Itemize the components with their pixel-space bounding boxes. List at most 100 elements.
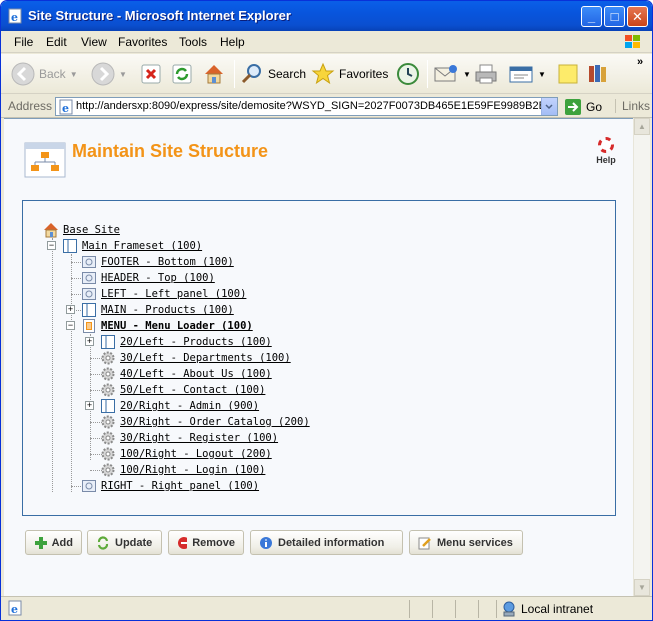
address-label: Address bbox=[8, 99, 53, 113]
gear-icon bbox=[101, 463, 115, 477]
research-button[interactable] bbox=[586, 60, 610, 88]
tree-node-header[interactable]: HEADER - Top (100) bbox=[81, 270, 215, 286]
page-title: Maintain Site Structure bbox=[72, 141, 269, 161]
update-label: Update bbox=[115, 536, 153, 549]
tree-node-label: MAIN - Products (100) bbox=[101, 304, 234, 316]
tree-node-left[interactable]: LEFT - Left panel (100) bbox=[81, 286, 246, 302]
favorites-button[interactable]: Favorites bbox=[311, 60, 388, 88]
search-button[interactable]: Search bbox=[240, 60, 306, 88]
menu-edit[interactable]: Edit bbox=[46, 35, 67, 49]
tree-node-footer[interactable]: FOOTER - Bottom (100) bbox=[81, 254, 234, 270]
address-dropdown-icon[interactable] bbox=[541, 98, 557, 115]
discuss-button[interactable] bbox=[556, 60, 580, 88]
tree-node-menu[interactable]: MENU - Menu Loader (100) bbox=[81, 318, 253, 334]
edit-page-icon bbox=[509, 66, 533, 83]
print-button[interactable] bbox=[473, 60, 499, 88]
menu-view[interactable]: View bbox=[81, 35, 107, 49]
menu-services-label: Menu services bbox=[437, 536, 513, 549]
menu-services-button[interactable]: Menu services bbox=[409, 530, 523, 555]
scroll-up-icon[interactable]: ▲ bbox=[634, 118, 650, 135]
menu-tools[interactable]: Tools bbox=[179, 35, 207, 49]
title-bar: e Site Structure - Microsoft Internet Ex… bbox=[1, 1, 652, 31]
remove-button[interactable]: Remove bbox=[168, 530, 244, 555]
back-button[interactable]: Back ▼ bbox=[11, 60, 78, 88]
expand-toggle[interactable]: + bbox=[85, 401, 94, 410]
status-pane bbox=[478, 600, 495, 618]
refresh-button[interactable] bbox=[171, 60, 193, 88]
collapse-toggle[interactable]: − bbox=[66, 321, 75, 330]
edit-button[interactable]: ▼ bbox=[508, 60, 546, 88]
expand-toggle[interactable]: + bbox=[85, 337, 94, 346]
sticky-note-icon bbox=[558, 64, 578, 84]
tree-node-right-register[interactable]: 30/Right - Register (100) bbox=[100, 430, 278, 446]
frameset-icon bbox=[82, 303, 96, 317]
info-icon bbox=[260, 536, 272, 549]
gear-icon bbox=[101, 447, 115, 461]
print-icon bbox=[475, 64, 497, 84]
tree-node-label: 30/Right - Register (100) bbox=[120, 432, 279, 444]
collapse-toggle[interactable]: − bbox=[47, 241, 56, 250]
page-icon bbox=[82, 288, 96, 300]
address-input[interactable]: e http://andersxp:8090/express/site/demo… bbox=[55, 97, 558, 116]
tree-connector bbox=[90, 334, 91, 460]
menu-help[interactable]: Help bbox=[220, 35, 245, 49]
tree-node-left-departments[interactable]: 30/Left - Departments (100) bbox=[100, 350, 291, 366]
tree-node-base-site[interactable]: Base Site bbox=[43, 222, 120, 238]
menu-file[interactable]: File bbox=[14, 35, 33, 49]
mail-dropdown-icon[interactable]: ▼ bbox=[463, 70, 471, 79]
tree-node-right[interactable]: RIGHT - Right panel (100) bbox=[81, 478, 259, 494]
home-icon bbox=[205, 65, 223, 84]
help-label: Help bbox=[596, 155, 616, 165]
expand-toggle[interactable]: + bbox=[66, 305, 75, 314]
minimize-button[interactable]: _ bbox=[581, 6, 602, 27]
svg-text:e: e bbox=[11, 11, 18, 24]
edit-note-icon bbox=[418, 537, 431, 549]
page-icon bbox=[82, 272, 96, 284]
toolbar-overflow-chevron[interactable]: » bbox=[637, 56, 643, 68]
forward-dropdown-icon[interactable]: ▼ bbox=[119, 70, 127, 79]
home-button[interactable] bbox=[202, 60, 226, 88]
detailed-information-button[interactable]: Detailed information bbox=[250, 530, 403, 555]
close-button[interactable]: ✕ bbox=[627, 6, 648, 27]
page-status-icon: e bbox=[8, 600, 22, 616]
history-button[interactable] bbox=[396, 60, 420, 88]
tree-node-label: 50/Left - Contact (100) bbox=[120, 384, 266, 396]
edit-dropdown-icon[interactable]: ▼ bbox=[538, 70, 546, 79]
update-button[interactable]: Update bbox=[87, 530, 162, 555]
frameset-icon bbox=[63, 239, 77, 253]
menu-favorites[interactable]: Favorites bbox=[118, 35, 167, 49]
scroll-down-icon[interactable]: ▼ bbox=[634, 579, 650, 596]
tree-node-right-login[interactable]: 100/Right - Login (100) bbox=[100, 462, 265, 478]
svg-text:e: e bbox=[62, 102, 69, 115]
add-button[interactable]: Add bbox=[25, 530, 82, 555]
research-books-icon bbox=[589, 65, 606, 82]
gear-icon bbox=[101, 415, 115, 429]
frameset-icon bbox=[101, 335, 115, 349]
tree-node-right-admin[interactable]: 20/Right - Admin (900) bbox=[100, 398, 259, 414]
gear-icon bbox=[101, 367, 115, 381]
mail-button[interactable]: ▼ bbox=[433, 60, 471, 88]
vertical-scrollbar[interactable]: ▲ ▼ bbox=[633, 118, 650, 596]
tree-node-label: Base Site bbox=[63, 224, 120, 236]
tree-node-main[interactable]: MAIN - Products (100) bbox=[81, 302, 234, 318]
stop-button[interactable] bbox=[140, 60, 162, 88]
tree-node-label: LEFT - Left panel (100) bbox=[101, 288, 247, 300]
forward-button[interactable]: ▼ bbox=[91, 60, 127, 88]
status-pane bbox=[455, 600, 477, 618]
tree-node-label: 30/Right - Order Catalog (200) bbox=[120, 416, 310, 428]
help-link[interactable]: Help bbox=[593, 137, 619, 165]
tree-node-right-logout[interactable]: 100/Right - Logout (200) bbox=[100, 446, 272, 462]
go-button[interactable]: Go bbox=[564, 98, 602, 116]
status-pane bbox=[409, 600, 431, 618]
tree-node-left-contact[interactable]: 50/Left - Contact (100) bbox=[100, 382, 265, 398]
back-dropdown-icon[interactable]: ▼ bbox=[70, 70, 78, 79]
tree-node-label: 100/Right - Login (100) bbox=[120, 464, 266, 476]
maximize-button[interactable]: □ bbox=[604, 6, 625, 27]
links-button[interactable]: Links bbox=[615, 99, 650, 113]
site-structure-icon bbox=[24, 142, 66, 178]
tree-node-left-products[interactable]: 20/Left - Products (100) bbox=[100, 334, 272, 350]
tree-node-right-order-catalog[interactable]: 30/Right - Order Catalog (200) bbox=[100, 414, 310, 430]
go-label: Go bbox=[586, 100, 603, 114]
tree-node-main-frameset[interactable]: Main Frameset (100) bbox=[62, 238, 202, 254]
tree-node-left-about[interactable]: 40/Left - About Us (100) bbox=[100, 366, 272, 382]
